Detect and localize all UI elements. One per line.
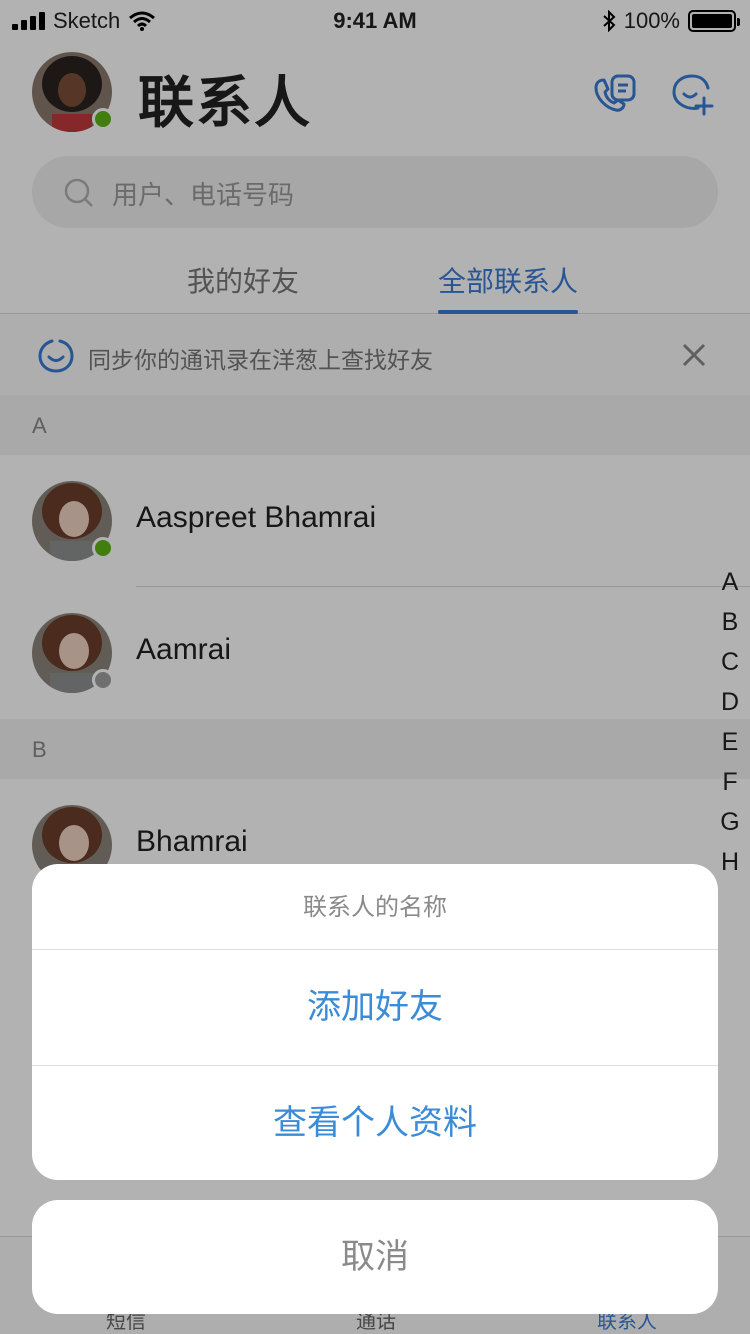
add-friend-button[interactable]: 添加好友	[32, 950, 718, 1065]
action-sheet-title: 联系人的名称	[32, 864, 718, 950]
action-sheet: 联系人的名称 添加好友 查看个人资料	[32, 864, 718, 1180]
cancel-button[interactable]: 取消	[32, 1200, 718, 1314]
view-profile-button[interactable]: 查看个人资料	[32, 1065, 718, 1180]
